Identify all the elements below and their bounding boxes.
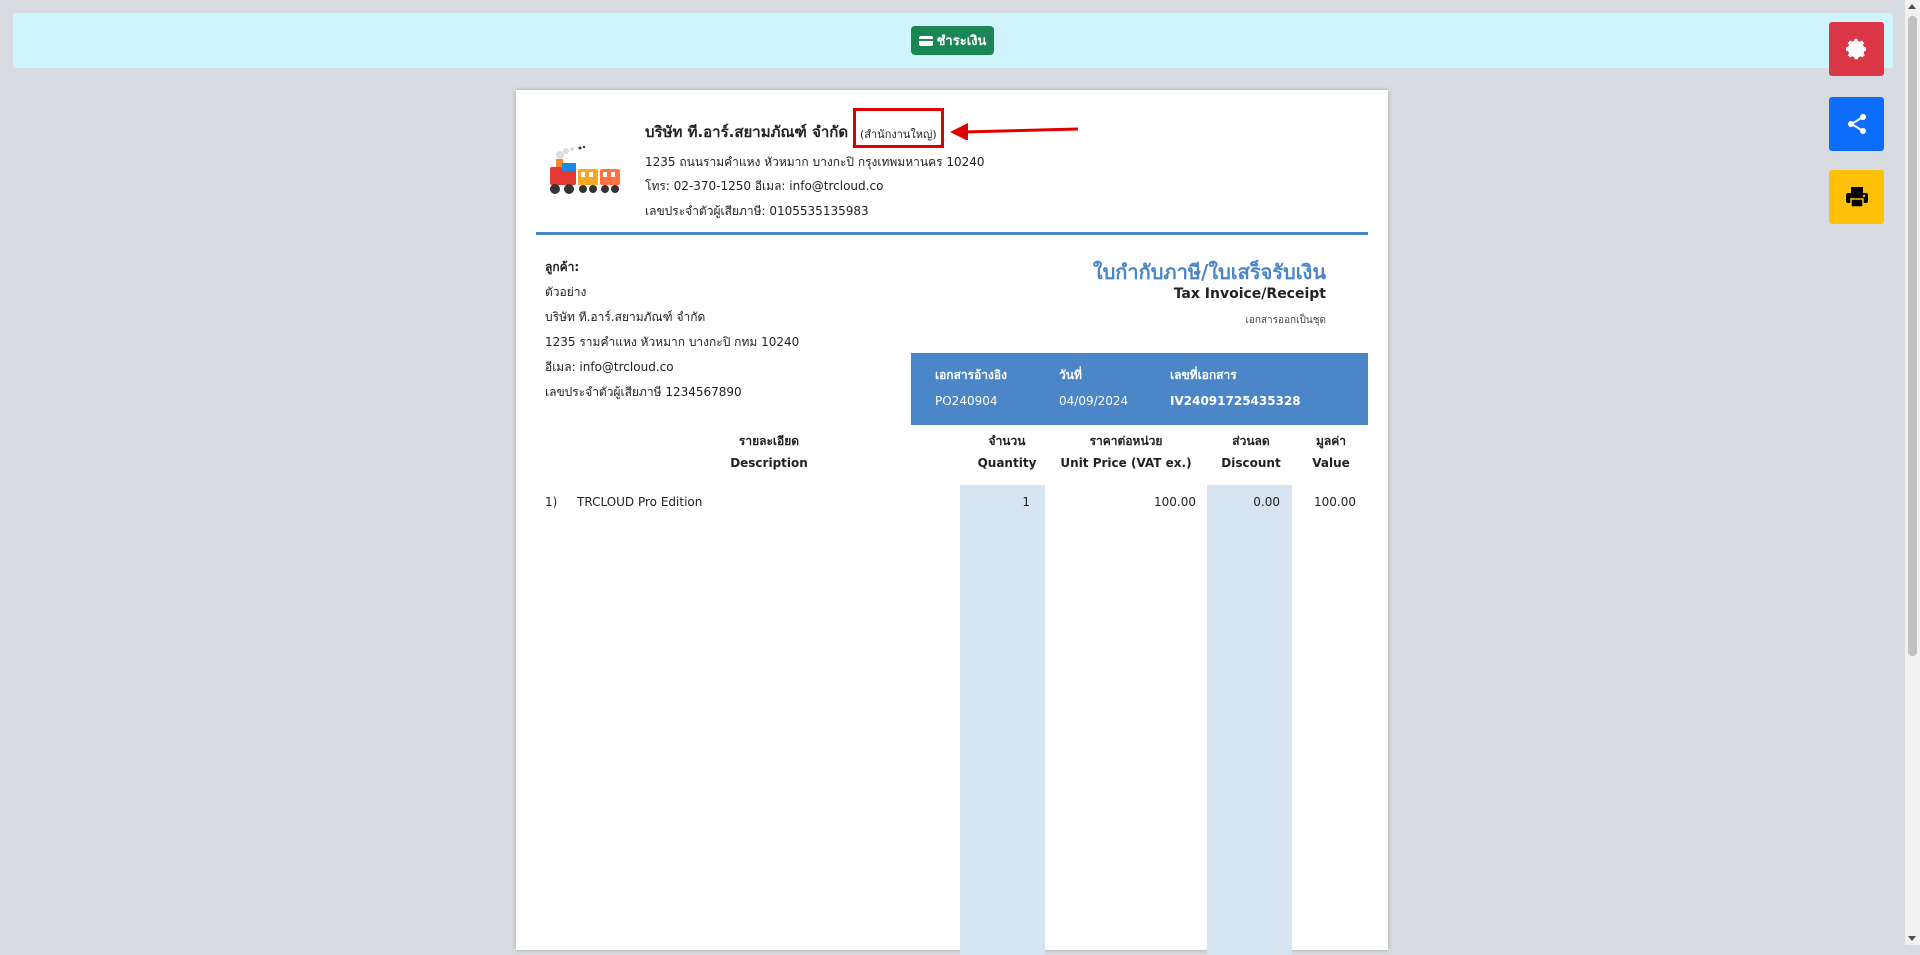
- document-title-english: Tax Invoice/Receipt: [1173, 286, 1326, 302]
- settings-button[interactable]: [1829, 22, 1884, 76]
- row-unit-price: 100.00: [1154, 495, 1196, 509]
- discount-column-band: [1207, 485, 1292, 955]
- customer-tax-id: เลขประจำตัวผู้เสียภาษี 1234567890: [545, 385, 742, 399]
- reference-box: เอกสารอ้างอิง วันที่ เลขที่เอกสาร PO2409…: [911, 353, 1368, 425]
- customer-company: บริษัท ที.อาร์.สยามภัณฑ์ จำกัด: [545, 310, 706, 324]
- share-button[interactable]: [1829, 97, 1884, 151]
- customer-address: 1235 รามคำแหง หัวหมาก บางกะปิ กทม 10240: [545, 335, 800, 349]
- invoice-document: บริษัท ที.อาร์.สยามภัณฑ์ จำกัด (สำนักงาน…: [516, 90, 1388, 955]
- annotation-arrow-icon: [950, 123, 1079, 140]
- scroll-down-arrow-icon[interactable]: [1908, 936, 1916, 941]
- row-description: TRCLOUD Pro Edition: [577, 495, 703, 509]
- header-divider: [536, 232, 1368, 235]
- header-unit-price-en: Unit Price (VAT ex.): [1060, 456, 1192, 470]
- customer-email: อีเมล: info@trcloud.co: [545, 360, 674, 374]
- header-description-en: Description: [730, 456, 808, 470]
- docno-value: IV24091725435328: [1170, 394, 1301, 408]
- customer-name: ตัวอย่าง: [545, 285, 587, 299]
- credit-card-icon: [918, 35, 933, 46]
- document-note: เอกสารออกเป็นชุด: [1245, 315, 1326, 326]
- docno-label: เลขที่เอกสาร: [1170, 368, 1237, 382]
- row-quantity: 1: [1022, 495, 1030, 509]
- header-description-th: รายละเอียด: [738, 434, 800, 448]
- document-title-thai: ใบกำกับภาษี/ใบเสร็จรับเงิน: [1092, 260, 1326, 284]
- scroll-thumb[interactable]: [1908, 16, 1917, 656]
- row-discount: 0.00: [1253, 495, 1280, 509]
- header-value-en: Value: [1312, 456, 1350, 470]
- company-name: บริษัท ที.อาร์.สยามภัณฑ์ จำกัด: [645, 123, 849, 141]
- row-value: 100.00: [1314, 495, 1356, 509]
- date-value: 04/09/2024: [1059, 394, 1129, 408]
- ref-value: PO240904: [935, 394, 998, 408]
- train-logo-icon: [546, 145, 624, 201]
- date-label: วันที่: [1059, 368, 1082, 382]
- gear-icon: [1845, 38, 1866, 60]
- header-discount-th: ส่วนลด: [1232, 434, 1270, 448]
- header-quantity-th: จำนวน: [988, 434, 1026, 448]
- scrollbar[interactable]: [1905, 0, 1920, 945]
- print-button[interactable]: [1829, 170, 1884, 224]
- header-quantity-en: Quantity: [977, 456, 1037, 470]
- annotation-highlight-box: [853, 108, 944, 148]
- company-address: 1235 ถนนรามคำแหง หัวหมาก บางกะปิ กรุงเทพ…: [645, 155, 985, 169]
- header-value-th: มูลค่า: [1315, 434, 1347, 448]
- share-icon: [1847, 114, 1866, 134]
- row-number: 1): [545, 495, 558, 509]
- printer-icon: [1845, 187, 1868, 208]
- pay-button-label: ชำระเงิน: [936, 34, 987, 49]
- customer-label: ลูกค้า:: [545, 260, 580, 274]
- company-tax-id: เลขประจำตัวผู้เสียภาษี: 0105535135983: [645, 204, 869, 218]
- scroll-up-arrow-icon[interactable]: [1908, 4, 1916, 9]
- header-discount-en: Discount: [1221, 456, 1281, 470]
- header-unit-price-th: ราคาต่อหน่วย: [1089, 434, 1163, 448]
- quantity-column-band: [960, 485, 1045, 955]
- company-contact: โทร: 02-370-1250 อีเมล: info@trcloud.co: [645, 179, 884, 193]
- pay-button[interactable]: ชำระเงิน: [911, 26, 994, 55]
- ref-label: เอกสารอ้างอิง: [935, 368, 1007, 382]
